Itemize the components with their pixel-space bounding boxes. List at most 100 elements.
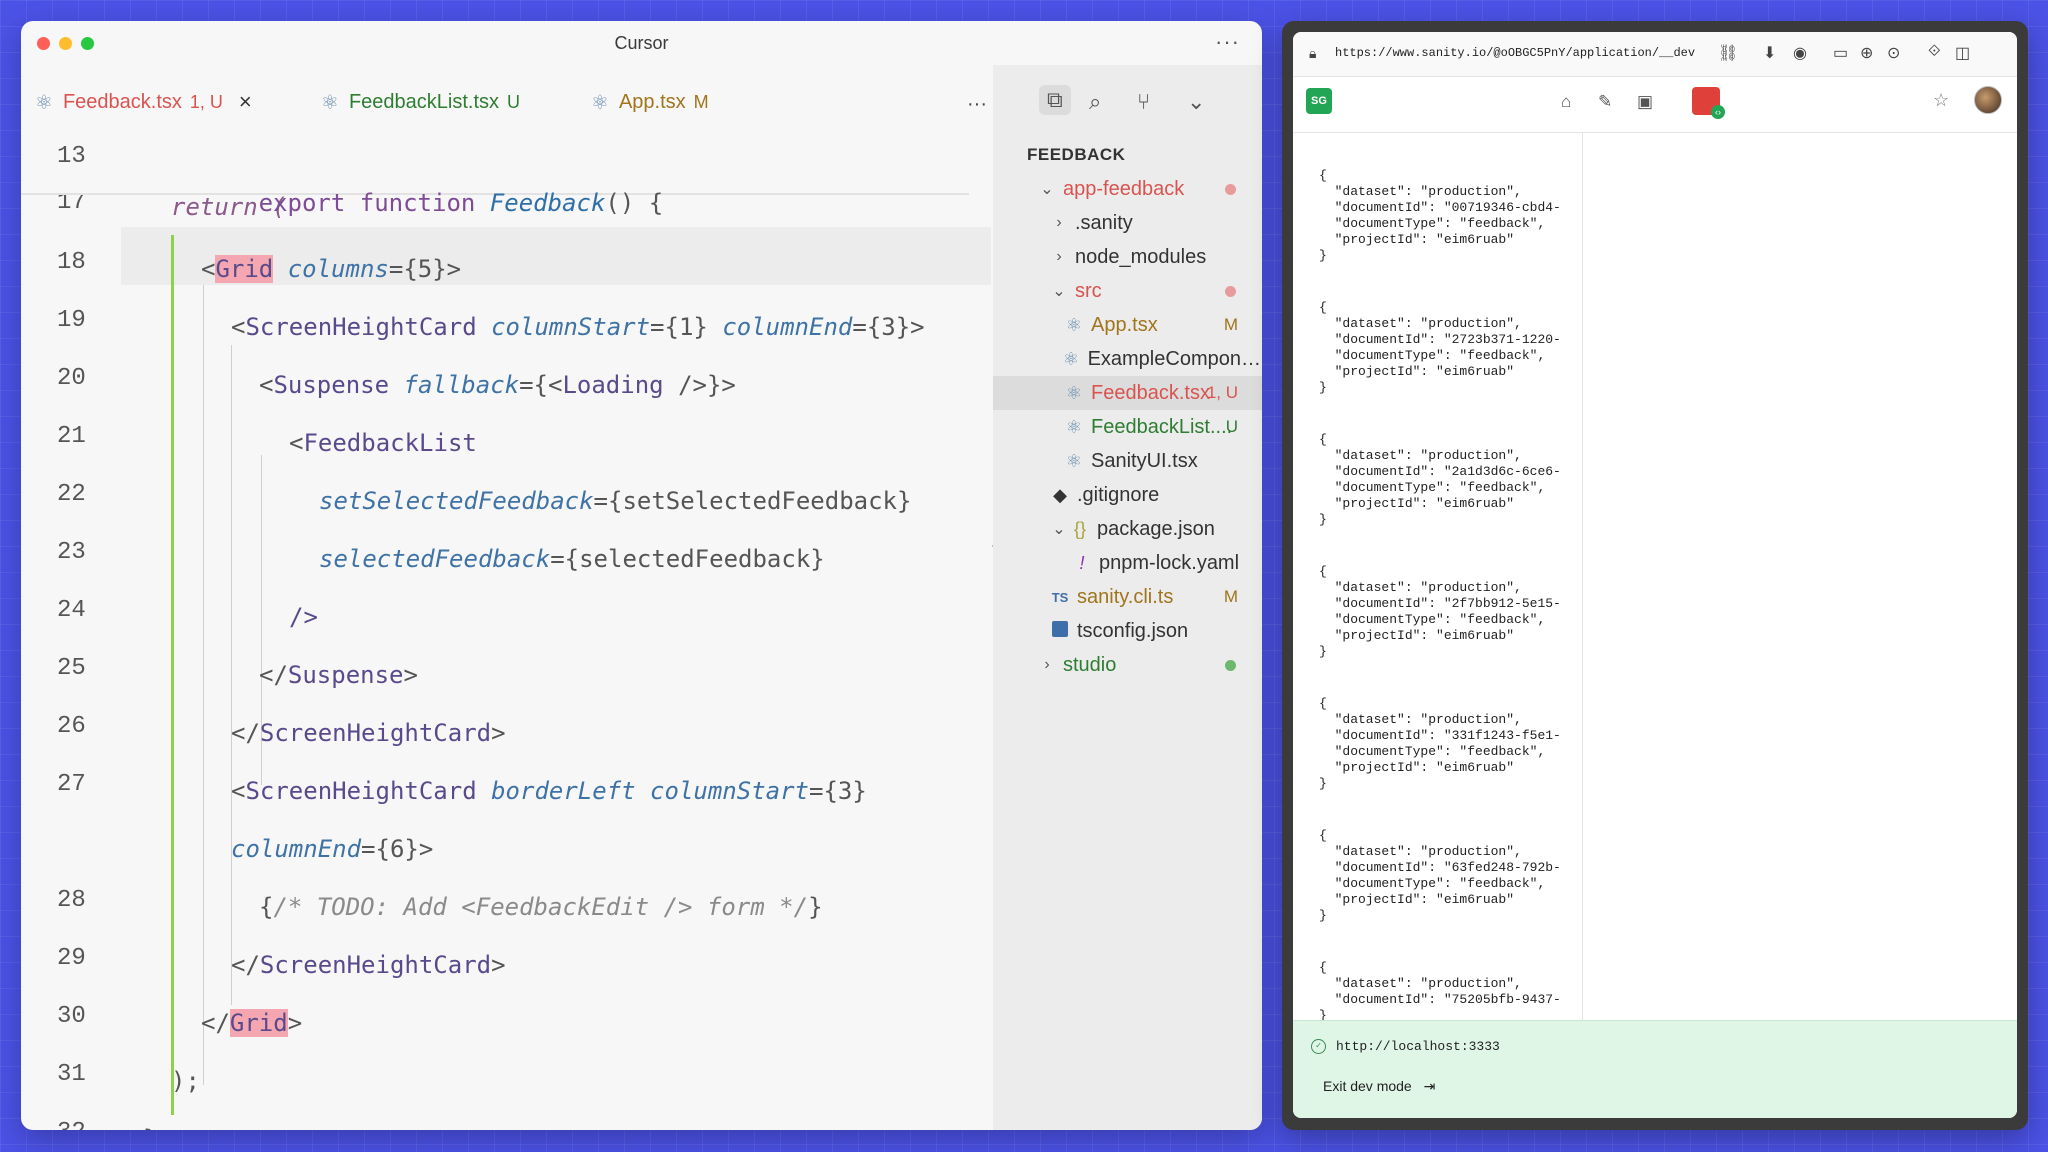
- sticky-scroll-header[interactable]: 13 export function Feedback() {: [21, 135, 969, 217]
- tab-feedback-tsx[interactable]: ⚛ Feedback.tsx 1, U ×: [35, 87, 252, 117]
- exit-dev-mode-button[interactable]: Exit dev mode ⇥: [1323, 1078, 1435, 1095]
- tree-file-tsconfig[interactable]: tsconfig.json: [993, 614, 1262, 648]
- sidebar-toggle-icon[interactable]: ◫: [1955, 43, 1970, 63]
- sticky-code-line: export function Feedback() {: [258, 189, 664, 217]
- close-tab-icon[interactable]: ×: [239, 89, 252, 115]
- search-icon[interactable]: ⌕: [1089, 89, 1101, 115]
- chevron-right-icon: ›: [1044, 656, 1050, 673]
- code-line: setSelectedFeedback={setSelectedFeedback…: [319, 487, 912, 515]
- line-number: 20: [57, 365, 86, 392]
- git-status-badge: M: [1223, 587, 1238, 606]
- tree-label: App.tsx: [1091, 313, 1158, 336]
- extensions-icon[interactable]: ⟐: [1928, 43, 1941, 61]
- tree-label: studio: [1063, 653, 1117, 676]
- tab-badge: U: [507, 91, 521, 112]
- target-icon[interactable]: ⊙: [1887, 43, 1900, 63]
- code-icon: ‹›: [1711, 105, 1725, 119]
- line-number: 25: [57, 655, 86, 682]
- tree-label: pnpm-lock.yaml: [1099, 551, 1240, 574]
- react-icon: ⚛: [1065, 382, 1083, 403]
- tree-file-package-json[interactable]: ⌄ {} package.json: [993, 512, 1262, 546]
- tab-label: FeedbackList.tsx: [348, 90, 500, 113]
- tree-file-feedbacklist[interactable]: ⚛ FeedbackList.... U: [993, 410, 1262, 444]
- tree-folder-sanity[interactable]: › .sanity: [993, 206, 1262, 240]
- tab-bar: ⚛ Feedback.tsx 1, U × ⚛ FeedbackList.tsx…: [21, 65, 993, 135]
- check-circle-icon: ✓: [1311, 1039, 1326, 1054]
- tree-label: ExampleCompone...: [1087, 347, 1262, 370]
- tab-badge: M: [693, 91, 709, 112]
- tree-label: sanity.cli.ts: [1077, 585, 1174, 608]
- tree-file-examplecomponent[interactable]: ⚛ ExampleCompone...: [993, 342, 1262, 376]
- code-line: <Grid columns={5}>: [201, 255, 462, 283]
- tree-folder-node-modules[interactable]: › node_modules: [993, 240, 1262, 274]
- tab-more-icon[interactable]: ···: [967, 93, 987, 116]
- line-number: 13: [57, 143, 86, 170]
- edit-icon[interactable]: ✎: [1598, 92, 1612, 112]
- code-line: );: [171, 1067, 200, 1095]
- home-icon[interactable]: ⌂: [1561, 92, 1571, 112]
- chevron-down-icon: ⌄: [1040, 181, 1054, 198]
- indent-guide: [231, 345, 232, 1005]
- code-line: <ScreenHeightCard columnStart={1} column…: [231, 313, 925, 341]
- chevron-down-icon[interactable]: ⌄: [1187, 89, 1205, 115]
- tab-label: App.tsx: [618, 90, 686, 113]
- image-icon[interactable]: ▣: [1637, 92, 1653, 112]
- avatar[interactable]: [1974, 86, 2002, 114]
- tsconfig-icon: [1049, 620, 1071, 642]
- tree-folder-app-feedback[interactable]: ⌄ app-feedback: [993, 172, 1262, 206]
- chevron-down-icon: ⌄: [1052, 283, 1066, 300]
- tree-file-sanityui[interactable]: ⚛ SanityUI.tsx: [993, 444, 1262, 478]
- yaml-icon: !: [1079, 552, 1085, 573]
- dev-app-button[interactable]: ‹›: [1692, 87, 1725, 119]
- tree-label: app-feedback: [1063, 177, 1185, 200]
- url-text[interactable]: https://www.sanity.io/@oOBGC5PnY/applica…: [1335, 46, 1695, 60]
- workspace-badge[interactable]: SG: [1306, 88, 1332, 114]
- code-line: </ScreenHeightCard>: [231, 719, 506, 747]
- chevron-down-icon: ⌄: [1052, 521, 1066, 538]
- tree-folder-studio[interactable]: › studio: [993, 648, 1262, 682]
- code-line: </Suspense>: [259, 661, 418, 689]
- star-icon[interactable]: ☆: [1933, 90, 1949, 111]
- line-number: 30: [57, 1003, 86, 1030]
- json-document: { "dataset": "production", "documentId":…: [1319, 564, 1561, 659]
- json-document: { "dataset": "production", "documentId":…: [1319, 828, 1561, 923]
- line-number: 31: [57, 1061, 86, 1088]
- tab-feedbacklist-tsx[interactable]: ⚛ FeedbackList.tsx U: [321, 87, 520, 117]
- pane-divider: [1582, 132, 1583, 1020]
- tree-label: src: [1075, 279, 1102, 302]
- tree-file-sanity-cli[interactable]: TS sanity.cli.ts M: [993, 580, 1262, 614]
- react-icon: ⚛: [1065, 450, 1083, 471]
- editor-window: Cursor ··· ⚛ Feedback.tsx 1, U × ⚛ Feedb…: [21, 21, 1262, 1130]
- line-number: 26: [57, 713, 86, 740]
- download-icon[interactable]: ⬇︎: [1763, 43, 1776, 63]
- tree-label: tsconfig.json: [1077, 619, 1189, 642]
- terminal-icon[interactable]: ▭: [1833, 43, 1848, 63]
- code-line: </Grid>: [201, 1009, 303, 1037]
- code-line: <FeedbackList: [289, 429, 477, 457]
- tree-label: .gitignore: [1077, 483, 1160, 506]
- tree-label: node_modules: [1075, 245, 1207, 268]
- json-document: { "dataset": "production", "documentId":…: [1319, 696, 1561, 791]
- json-document: { "dataset": "production", "documentId":…: [1319, 168, 1561, 263]
- tree-file-gitignore[interactable]: ◆ .gitignore: [993, 478, 1262, 512]
- typescript-icon: TS: [1051, 589, 1069, 605]
- tree-label: FeedbackList....: [1091, 415, 1233, 438]
- code-line: />: [289, 603, 318, 631]
- file-explorer: ⧉ ⌕ ⑂ ⌄ FEEDBACK ⌄ app-feedback › .sanit…: [993, 65, 1262, 1130]
- tree-folder-src[interactable]: ⌄ src: [993, 274, 1262, 308]
- tree-file-pnpm-lock[interactable]: ! pnpm-lock.yaml: [993, 546, 1262, 580]
- tree-file-feedback-tsx[interactable]: ⚛ Feedback.tsx 1, U: [993, 376, 1262, 410]
- tree-file-app-tsx[interactable]: ⚛ App.tsx M: [993, 308, 1262, 342]
- dev-url[interactable]: ✓ http://localhost:3333: [1311, 1039, 1500, 1054]
- code-editor[interactable]: 13 export function Feedback() { 17 retur…: [21, 135, 993, 1130]
- git-added-gutter: [171, 235, 174, 1115]
- studio-navbar: SG ⌂ ✎ ▣ ‹› ☆: [1293, 76, 2017, 133]
- globe-icon[interactable]: ⊕: [1860, 43, 1873, 63]
- camera-icon[interactable]: ◉: [1793, 43, 1807, 63]
- more-options-icon[interactable]: ···: [1215, 29, 1240, 55]
- link-icon[interactable]: ⛓︎: [1718, 43, 1738, 63]
- react-icon: ⚛: [1065, 416, 1083, 437]
- tab-app-tsx[interactable]: ⚛ App.tsx M: [591, 87, 709, 117]
- explorer-icon[interactable]: ⧉: [1039, 85, 1071, 115]
- source-control-icon[interactable]: ⑂: [1137, 89, 1150, 115]
